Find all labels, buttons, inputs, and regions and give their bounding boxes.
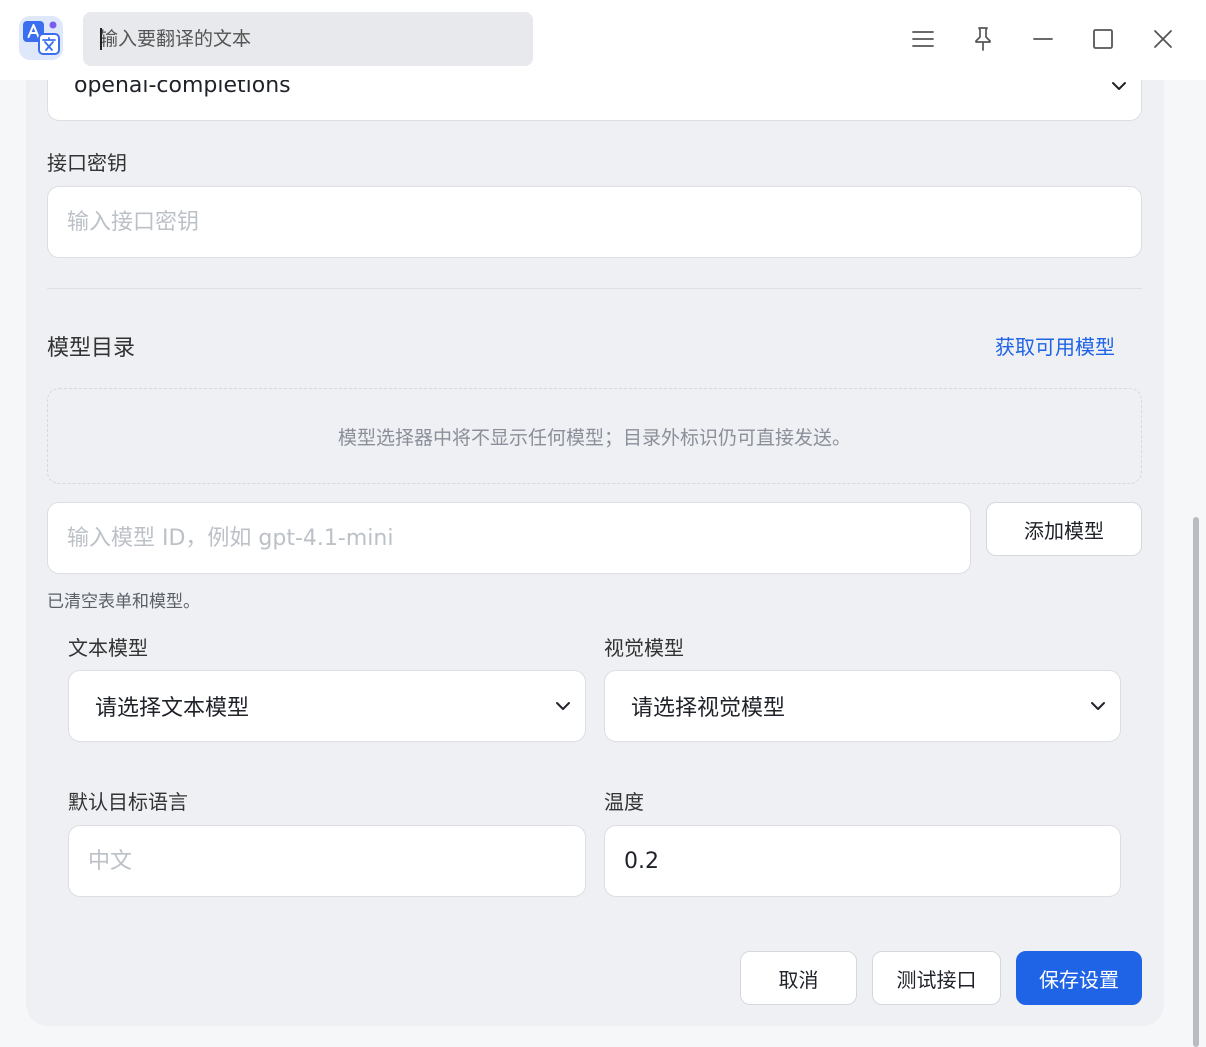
menu-icon [912, 31, 934, 47]
scrollbar-thumb[interactable] [1193, 517, 1199, 1047]
temperature-input[interactable] [604, 825, 1121, 897]
model-catalog-title: 模型目录 [47, 336, 136, 361]
api-key-input[interactable] [47, 186, 1142, 258]
api-key-label: 接口密钥 [47, 151, 127, 175]
text-model-label: 文本模型 [68, 636, 148, 660]
title-bar [0, 0, 1206, 80]
menu-button[interactable] [903, 19, 943, 59]
minimize-icon [1033, 38, 1053, 40]
model-catalog-empty: 模型选择器中将不显示任何模型；目录外标识仍可直接发送。 [47, 388, 1142, 484]
save-settings-button[interactable]: 保存设置 [1016, 951, 1142, 1005]
pin-icon [975, 27, 991, 51]
temperature-label: 温度 [604, 790, 644, 814]
maximize-button[interactable] [1083, 19, 1123, 59]
close-icon [1154, 30, 1172, 48]
empty-message: 模型选择器中将不显示任何模型；目录外标识仍可直接发送。 [337, 426, 851, 449]
default-language-label: 默认目标语言 [68, 790, 188, 814]
model-id-input[interactable] [47, 502, 971, 574]
chevron-down-icon [556, 702, 570, 710]
pin-button[interactable] [963, 19, 1003, 59]
maximize-icon [1093, 29, 1113, 49]
section-divider [47, 288, 1142, 289]
text-model-select[interactable]: 请选择文本模型 [68, 670, 586, 742]
status-message: 已清空表单和模型。 [47, 592, 200, 612]
vision-model-value: 请选择视觉模型 [631, 696, 786, 721]
text-caret [100, 28, 102, 50]
close-button[interactable] [1143, 19, 1183, 59]
minimize-button[interactable] [1023, 19, 1063, 59]
cancel-button[interactable]: 取消 [740, 951, 857, 1005]
app-logo-icon [19, 16, 63, 60]
default-language-input[interactable] [68, 825, 586, 897]
test-api-button[interactable]: 测试接口 [872, 951, 1001, 1005]
text-model-value: 请选择文本模型 [95, 696, 250, 721]
translate-search-input[interactable] [83, 12, 533, 66]
vision-model-label: 视觉模型 [604, 636, 684, 660]
add-model-button[interactable]: 添加模型 [986, 502, 1142, 556]
fetch-models-link[interactable]: 获取可用模型 [995, 331, 1115, 360]
vision-model-select[interactable]: 请选择视觉模型 [604, 670, 1121, 742]
chevron-down-icon [1091, 702, 1105, 710]
